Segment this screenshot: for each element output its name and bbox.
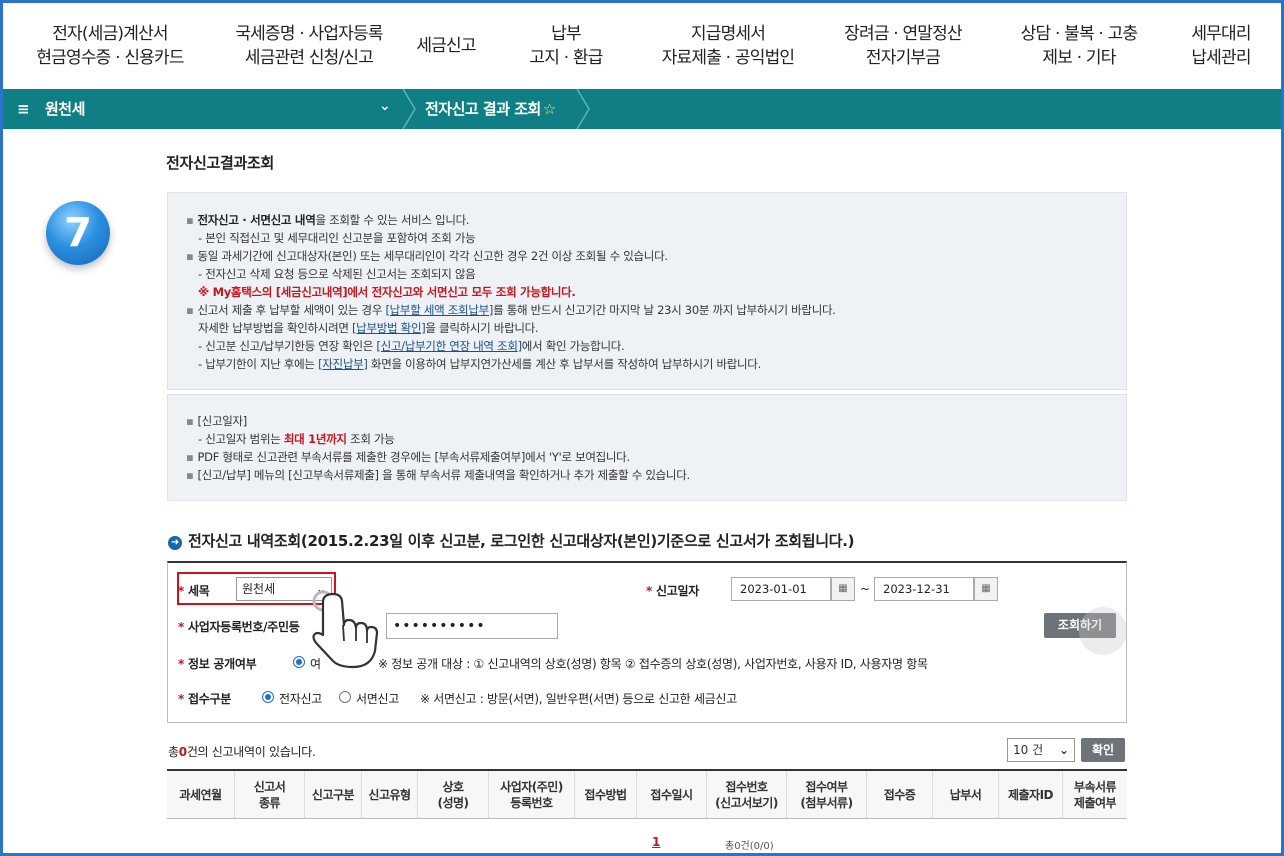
column-header: 납부서 — [933, 771, 999, 818]
breadcrumb-current: 전자신고 결과 조회 ☆ — [425, 100, 556, 118]
column-header: 접수방법 — [575, 771, 637, 818]
breadcrumb-separator-icon — [402, 89, 416, 129]
result-table-header: 과세연월 신고서 종류 신고구분 신고유형 상호 (성명) 사업자(주민) 등록… — [167, 769, 1127, 819]
notice-box-date: ▪ [신고일자] - 신고일자 범위는 최대 1년까지 조회 가능 ▪ PDF 형태… — [167, 394, 1127, 501]
public-info-label: * 정보 공개여부 — [178, 657, 257, 671]
section-selector[interactable]: 원천세 — [45, 98, 85, 119]
column-header: 제출자ID — [999, 771, 1063, 818]
receipt-type-note: ※ 서면신고 : 방문(서면), 일반우편(서면) 등으로 신고한 세금신고 — [420, 692, 737, 706]
column-header: 상호 (성명) — [418, 771, 489, 818]
hand-pointer-icon — [312, 590, 379, 669]
receipt-paper-radio[interactable] — [339, 691, 351, 703]
nav-menu-statements[interactable]: 지급명세서 자료제출 · 공익법인 — [641, 22, 815, 70]
link-payment-method[interactable]: [납부방법 확인] — [352, 321, 426, 335]
nav-menu-e-invoice[interactable]: 전자(세금)계산서 현금영수증 · 신용카드 — [3, 22, 217, 70]
nav-menu-consulting[interactable]: 상담 · 불복 · 고충 제보 · 기타 — [991, 22, 1167, 70]
screen-frame: 전자(세금)계산서 현금영수증 · 신용카드 국세증명 · 사업자등록 세금관련… — [0, 0, 1284, 856]
decorative-circle — [1079, 607, 1127, 655]
link-tax-payment[interactable]: [납부할 세액 조회납부] — [385, 303, 493, 317]
page-size-select[interactable]: 10 건 ⌄ — [1007, 738, 1075, 762]
favorite-star-icon[interactable]: ☆ — [543, 100, 556, 118]
top-nav: 전자(세금)계산서 현금영수증 · 신용카드 국세증명 · 사업자등록 세금관련… — [3, 3, 1281, 89]
link-extension-history[interactable]: [신고/납부기한 연장 내역 조회] — [376, 339, 522, 353]
column-header: 부속서류 제출여부 — [1073, 779, 1117, 810]
biz-number-label: * 사업자등록번호/주민등 — [178, 620, 300, 634]
total-count-text: 총0건(0/0) — [725, 841, 774, 852]
date-to-input[interactable]: 2023-12-31 — [874, 577, 974, 601]
column-header: 접수번호 (신고서보기) — [707, 771, 787, 818]
breadcrumb-separator-icon — [576, 89, 590, 129]
menu-icon[interactable]: ≡ — [17, 100, 30, 118]
nav-menu-certificates[interactable]: 국세증명 · 사업자등록 세금관련 신청/신고 — [217, 22, 401, 70]
receipt-type-label: * 접수구분 — [178, 692, 231, 706]
step-number-badge: 7 — [46, 201, 110, 265]
biz-number-input[interactable]: •••••••••• — [386, 613, 558, 639]
public-yes-radio[interactable] — [293, 656, 305, 668]
column-header: 신고구분 — [305, 771, 362, 818]
notice-box-service: ▪ 전자신고 · 서면신고 내역을 조회할 수 있는 서비스 입니다. - 본인 … — [167, 192, 1127, 390]
section-title: ➜ 전자신고 내역조회(2015.2.23일 이후 신고분, 로그인한 신고대상자… — [168, 530, 855, 551]
column-header: 과세연월 — [167, 771, 235, 818]
page-number-link[interactable]: 1 — [652, 835, 660, 849]
nav-menu-incentives[interactable]: 장려금 · 연말정산 전자기부금 — [815, 22, 991, 70]
notice-highlight: ※ My홈택스의 [세금신고내역]에서 전자신고와 서면신고 모두 조회 가능합… — [198, 285, 576, 299]
page-title: 전자신고결과조회 — [166, 154, 275, 172]
column-header: 신고유형 — [362, 771, 418, 818]
confirm-button[interactable]: 확인 — [1081, 738, 1125, 762]
calendar-icon[interactable]: ▦ — [974, 577, 998, 601]
result-count: 총0건의 신고내역이 있습니다. — [168, 745, 316, 759]
nav-menu-tax-agent[interactable]: 세무대리 납세관리 — [1167, 22, 1275, 70]
breadcrumb-bar: ≡ 원천세 ⌄ 전자신고 결과 조회 ☆ — [3, 89, 1281, 129]
nav-menu-tax-filing[interactable]: 세금신고 — [401, 34, 491, 58]
link-self-payment[interactable]: [자진납부] — [318, 357, 368, 371]
nav-menu-payment[interactable]: 납부 고지 · 환급 — [491, 22, 641, 70]
chevron-down-icon: ⌄ — [1058, 743, 1069, 757]
column-header: 접수일시 — [637, 771, 707, 818]
chevron-down-icon[interactable]: ⌄ — [379, 98, 391, 114]
column-header: 사업자(주민) 등록번호 — [489, 771, 575, 818]
column-header: 접수증 — [867, 771, 933, 818]
filing-date-label: * 신고일자 — [646, 584, 699, 598]
public-info-note: ※ 정보 공개 대상 : ① 신고내역의 상호(성명) 항목 ② 접수증의 상호… — [378, 657, 928, 671]
column-header: 접수여부 (첨부서류) — [787, 771, 867, 818]
calendar-icon[interactable]: ▦ — [831, 577, 855, 601]
arrow-circle-icon: ➜ — [168, 536, 182, 550]
column-header: 신고서 종류 — [235, 771, 305, 818]
date-from-input[interactable]: 2023-01-01 — [731, 577, 831, 601]
receipt-electronic-radio[interactable] — [262, 691, 274, 703]
